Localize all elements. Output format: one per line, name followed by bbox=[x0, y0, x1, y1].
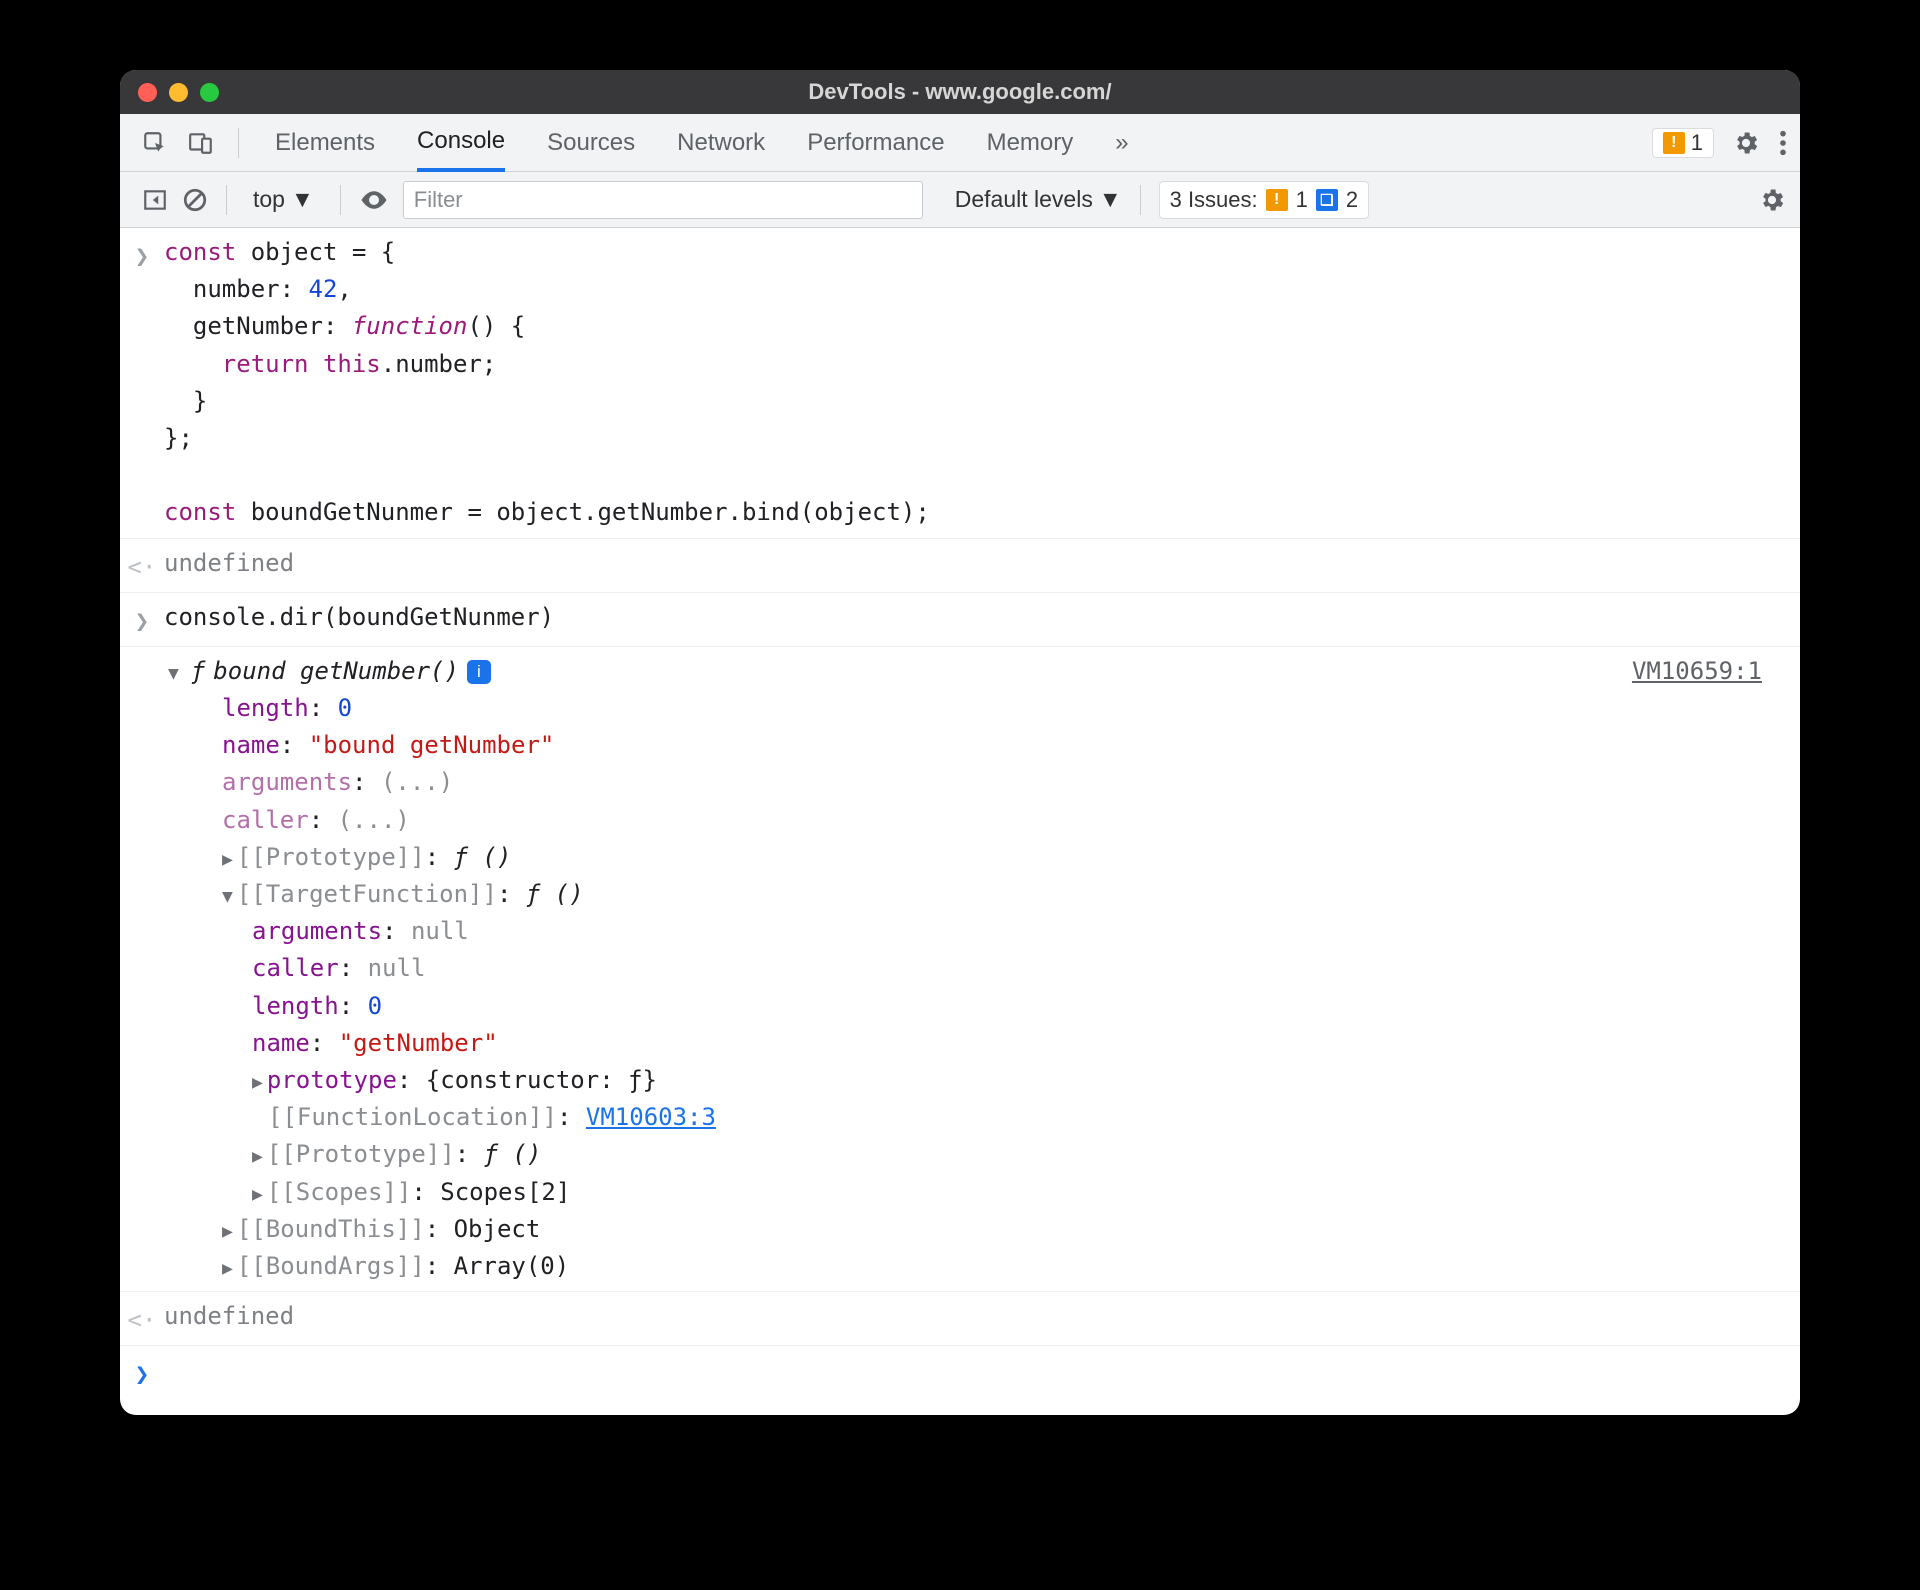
devtools-window: DevTools - www.google.com/ Elements Cons… bbox=[120, 70, 1800, 1415]
dropdown-icon: ▼ bbox=[291, 186, 314, 213]
window-title: DevTools - www.google.com/ bbox=[120, 79, 1800, 105]
divider bbox=[1140, 185, 1141, 215]
vm-location-link: VM10603:3 bbox=[586, 1103, 716, 1131]
object-header[interactable]: ▼ ƒ bound getNumber() i bbox=[168, 653, 1790, 690]
output-undefined: undefined bbox=[164, 1298, 294, 1339]
execution-context-select[interactable]: top ▼ bbox=[245, 184, 322, 215]
tab-memory[interactable]: Memory bbox=[987, 114, 1074, 172]
issues-badge[interactable]: 3 Issues: ! 1 ❏ 2 bbox=[1159, 181, 1370, 219]
expand-right-icon: ▶ bbox=[222, 1255, 233, 1283]
main-tabbar: Elements Console Sources Network Perform… bbox=[120, 114, 1800, 172]
tab-console[interactable]: Console bbox=[417, 114, 505, 172]
console-sidebar-toggle-icon[interactable] bbox=[142, 187, 168, 213]
more-menu-icon[interactable] bbox=[1778, 129, 1788, 157]
settings-icon[interactable] bbox=[1732, 129, 1760, 157]
inspect-element-icon[interactable] bbox=[142, 130, 168, 156]
issues-warn-count: 1 bbox=[1296, 187, 1308, 213]
source-link[interactable]: VM10659:1 bbox=[1632, 653, 1762, 690]
divider bbox=[340, 185, 341, 215]
tab-network[interactable]: Network bbox=[677, 114, 765, 172]
tf-prop-caller[interactable]: caller: null bbox=[168, 950, 1790, 987]
traffic-lights bbox=[138, 83, 219, 102]
tab-performance[interactable]: Performance bbox=[807, 114, 944, 172]
tf-scopes[interactable]: ▶[[Scopes]]: Scopes[2] bbox=[168, 1174, 1790, 1211]
output-chevron-icon: <· bbox=[128, 549, 157, 586]
tf-prop-arguments[interactable]: arguments: null bbox=[168, 913, 1790, 950]
input-chevron-icon: ❯ bbox=[135, 603, 149, 640]
expand-down-icon: ▼ bbox=[168, 660, 179, 688]
warning-icon: ! bbox=[1663, 132, 1685, 154]
dropdown-icon: ▼ bbox=[1099, 186, 1122, 213]
close-button[interactable] bbox=[138, 83, 157, 102]
info-badge-icon[interactable]: i bbox=[467, 660, 491, 684]
console-output-row: <· undefined bbox=[120, 1292, 1800, 1346]
prop-length[interactable]: length: 0 bbox=[168, 690, 1790, 727]
console-toolbar: top ▼ Default levels ▼ 3 Issues: ! 1 ❏ 2 bbox=[120, 172, 1800, 228]
console-input-row: ❯ const object = { number: 42, getNumber… bbox=[120, 228, 1800, 539]
tab-sources[interactable]: Sources bbox=[547, 114, 635, 172]
warning-badge[interactable]: ! 1 bbox=[1652, 128, 1714, 158]
expand-down-icon: ▼ bbox=[222, 883, 233, 911]
expand-right-icon: ▶ bbox=[252, 1143, 263, 1171]
console-output-row: <· undefined bbox=[120, 539, 1800, 593]
tf-function-location[interactable]: [[FunctionLocation]]: VM10603:3 bbox=[168, 1099, 1790, 1136]
divider bbox=[238, 128, 239, 158]
tabs-overflow-icon[interactable]: » bbox=[1115, 114, 1128, 172]
filter-input[interactable] bbox=[403, 181, 923, 219]
clear-console-icon[interactable] bbox=[182, 187, 208, 213]
prop-name[interactable]: name: "bound getNumber" bbox=[168, 727, 1790, 764]
console-prompt-row[interactable]: ❯ bbox=[120, 1346, 1800, 1415]
maximize-button[interactable] bbox=[200, 83, 219, 102]
input-chevron-icon: ❯ bbox=[135, 238, 149, 532]
expand-right-icon: ▶ bbox=[252, 1181, 263, 1209]
code-block[interactable]: const object = { number: 42, getNumber: … bbox=[164, 234, 930, 532]
console-input-row: ❯ console.dir(boundGetNunmer) bbox=[120, 593, 1800, 647]
expand-right-icon: ▶ bbox=[222, 1218, 233, 1246]
console-settings-icon[interactable] bbox=[1758, 186, 1786, 214]
prop-arguments[interactable]: arguments: (...) bbox=[168, 764, 1790, 801]
tf-prop-name[interactable]: name: "getNumber" bbox=[168, 1025, 1790, 1062]
warning-icon: ! bbox=[1266, 189, 1288, 211]
console-body: ❯ const object = { number: 42, getNumber… bbox=[120, 228, 1800, 1415]
function-name: bound getNumber() bbox=[213, 653, 459, 690]
divider bbox=[226, 185, 227, 215]
info-icon: ❏ bbox=[1316, 189, 1338, 211]
prop-caller[interactable]: caller: (...) bbox=[168, 802, 1790, 839]
prop-prototype[interactable]: ▶[[Prototype]]: ƒ () bbox=[168, 839, 1790, 876]
expand-right-icon: ▶ bbox=[252, 1069, 263, 1097]
tf-prototype-internal[interactable]: ▶[[Prototype]]: ƒ () bbox=[168, 1136, 1790, 1173]
prompt-chevron-icon: ❯ bbox=[135, 1356, 149, 1393]
prop-boundargs[interactable]: ▶[[BoundArgs]]: Array(0) bbox=[168, 1248, 1790, 1285]
minimize-button[interactable] bbox=[169, 83, 188, 102]
warning-count: 1 bbox=[1691, 130, 1703, 156]
prop-boundthis[interactable]: ▶[[BoundThis]]: Object bbox=[168, 1211, 1790, 1248]
expand-right-icon: ▶ bbox=[222, 846, 233, 874]
tf-prop-prototype[interactable]: ▶prototype: {constructor: ƒ} bbox=[168, 1062, 1790, 1099]
output-undefined: undefined bbox=[164, 545, 294, 586]
titlebar: DevTools - www.google.com/ bbox=[120, 70, 1800, 114]
levels-label: Default levels bbox=[955, 186, 1093, 213]
function-sigil: ƒ bbox=[191, 653, 205, 690]
code-block[interactable]: console.dir(boundGetNunmer) bbox=[164, 599, 554, 640]
tab-elements[interactable]: Elements bbox=[275, 114, 375, 172]
prop-target-function[interactable]: ▼[[TargetFunction]]: ƒ () bbox=[168, 876, 1790, 913]
output-chevron-icon: <· bbox=[128, 1302, 157, 1339]
context-label: top bbox=[253, 186, 285, 213]
device-toggle-icon[interactable] bbox=[188, 130, 214, 156]
issues-info-count: 2 bbox=[1346, 187, 1358, 213]
live-expression-icon[interactable] bbox=[359, 187, 389, 213]
log-levels-select[interactable]: Default levels ▼ bbox=[955, 186, 1122, 213]
console-object-row: VM10659:1 ▼ ƒ bound getNumber() i length… bbox=[120, 647, 1800, 1292]
tf-prop-length[interactable]: length: 0 bbox=[168, 988, 1790, 1025]
issues-label: 3 Issues: bbox=[1170, 187, 1258, 213]
